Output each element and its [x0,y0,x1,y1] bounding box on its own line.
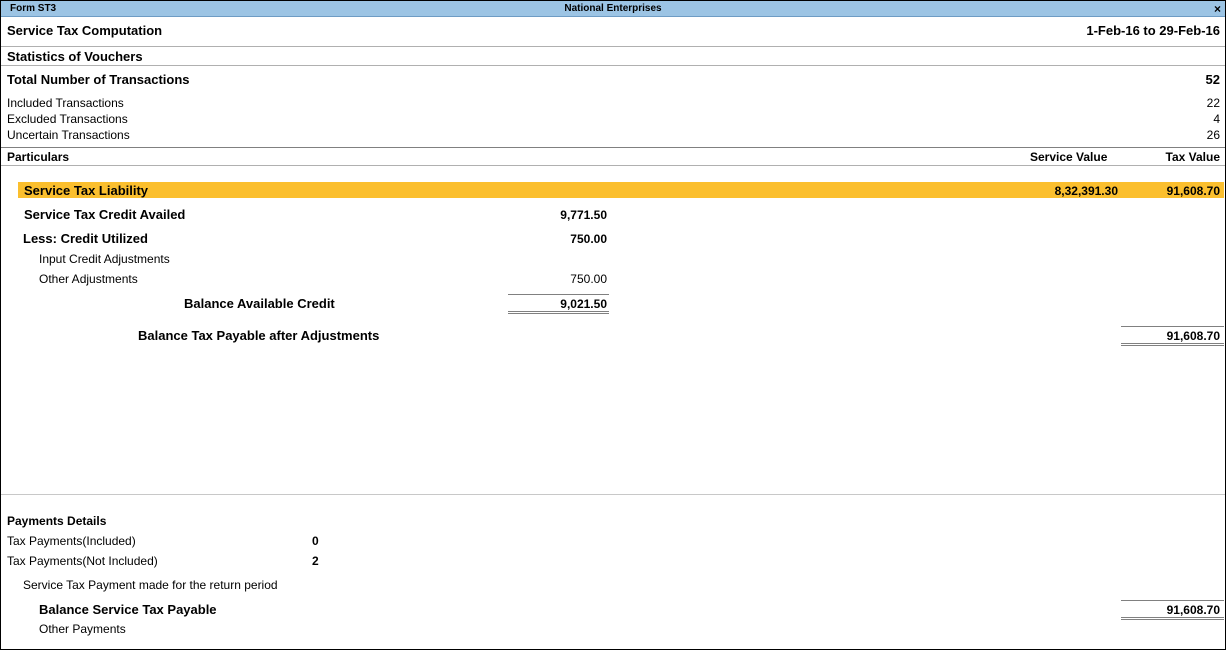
credit-utilized-label: Less: Credit Utilized [23,231,148,246]
report-title: Service Tax Computation [7,23,163,38]
title-bar: Form ST3 National Enterprises × [1,1,1225,17]
tax-payments-included-label[interactable]: Tax Payments(Included) [7,534,136,548]
total-transactions-label[interactable]: Total Number of Transactions [7,72,190,87]
other-adjustments-value: 750.00 [570,272,607,286]
excluded-transactions-label[interactable]: Excluded Transactions [7,112,128,126]
column-header-tax-value: Tax Value [1165,150,1220,164]
included-transactions-label[interactable]: Included Transactions [7,96,124,110]
balance-available-credit-label: Balance Available Credit [184,296,335,311]
divider [1,494,1225,495]
return-period-payment-label: Service Tax Payment made for the return … [23,578,278,592]
subtotal-rule [508,294,609,295]
balance-service-tax-payable-label: Balance Service Tax Payable [39,602,217,617]
service-tax-liability-row[interactable] [18,182,1224,198]
service-tax-liability-tax-value: 91,608.70 [1166,184,1220,198]
other-adjustments-label[interactable]: Other Adjustments [39,272,138,286]
excluded-transactions-value: 4 [1213,112,1220,126]
divider [1,46,1225,47]
tax-payments-not-included-value: 2 [312,554,319,568]
included-transactions-value: 22 [1206,96,1220,110]
credit-availed-label[interactable]: Service Tax Credit Availed [24,207,185,222]
payments-heading: Payments Details [7,514,107,528]
uncertain-transactions-value: 26 [1206,128,1220,142]
tax-payments-not-included-label[interactable]: Tax Payments(Not Included) [7,554,158,568]
divider [1,65,1225,66]
total-double-rule [1121,343,1224,346]
total-double-rule [1121,617,1224,620]
service-tax-liability-label[interactable]: Service Tax Liability [24,183,148,198]
input-credit-adjustments-label[interactable]: Input Credit Adjustments [39,252,170,266]
company-name: National Enterprises [564,3,662,14]
subtotal-rule [1121,326,1224,327]
divider [1,147,1225,148]
total-double-rule [508,311,609,314]
credit-availed-value: 9,771.50 [560,208,607,222]
balance-service-tax-payable-value: 91,608.70 [1166,603,1220,617]
divider [1,165,1225,166]
balance-tax-payable-label: Balance Tax Payable after Adjustments [138,328,380,343]
tax-payments-included-value: 0 [312,534,319,548]
balance-tax-payable-value: 91,608.70 [1166,329,1220,343]
total-transactions-value: 52 [1205,72,1220,87]
balance-available-credit-value: 9,021.50 [560,297,607,311]
close-icon[interactable]: × [1214,2,1221,16]
form-window: Form ST3 National Enterprises × Service … [0,0,1226,650]
uncertain-transactions-label[interactable]: Uncertain Transactions [7,128,130,142]
statistics-heading: Statistics of Vouchers [7,49,143,64]
column-header-service-value: Service Value [1030,150,1108,164]
column-header-particulars: Particulars [7,150,70,164]
report-period[interactable]: 1-Feb-16 to 29-Feb-16 [1086,23,1220,38]
service-tax-liability-service-value: 8,32,391.30 [1054,184,1118,198]
credit-utilized-value: 750.00 [570,232,607,246]
subtotal-rule [1121,600,1224,601]
other-payments-label[interactable]: Other Payments [39,622,126,636]
